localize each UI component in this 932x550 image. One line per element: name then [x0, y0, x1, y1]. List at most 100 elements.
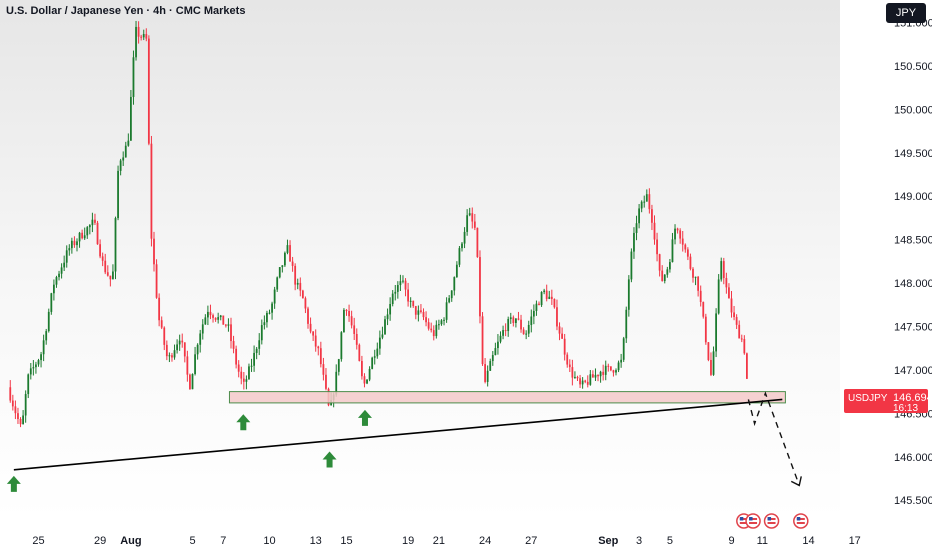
candle — [674, 224, 676, 245]
candle — [684, 243, 687, 253]
candle — [540, 291, 543, 307]
y-tick-label: 149.500 — [894, 148, 932, 160]
candle — [307, 306, 309, 329]
candle — [176, 339, 178, 354]
candle — [694, 276, 697, 286]
candle — [204, 314, 207, 325]
candle — [281, 265, 284, 273]
candle — [497, 334, 499, 355]
candle — [507, 316, 510, 337]
candle — [622, 336, 625, 362]
candle — [712, 346, 715, 376]
candle — [160, 316, 163, 330]
candle — [658, 253, 661, 277]
price-axis[interactable]: 151.000150.500150.000149.500149.000148.5… — [894, 18, 932, 508]
candle — [402, 275, 404, 284]
candle — [278, 267, 281, 279]
candle — [586, 375, 589, 388]
candle — [676, 227, 679, 234]
currency-badge[interactable]: JPY — [886, 3, 926, 23]
candle — [227, 318, 230, 332]
candle — [373, 349, 376, 365]
candle — [471, 207, 474, 229]
flag-icon[interactable] — [763, 513, 780, 529]
y-tick-label: 149.000 — [894, 191, 932, 203]
candle — [40, 351, 42, 368]
candle — [114, 216, 117, 280]
arrow-up-icon — [6, 475, 21, 492]
candle — [599, 370, 602, 383]
candle — [158, 293, 161, 327]
candle — [299, 277, 302, 297]
candle — [322, 357, 325, 381]
candle — [248, 363, 250, 380]
candle — [417, 305, 420, 322]
candle — [284, 251, 286, 267]
candle — [635, 215, 638, 241]
candle — [494, 342, 497, 356]
time-axis[interactable]: 25 29 Aug 5 7 10 13 15 19 21 24 27 Sep 3 5 9 11 14 17 — [32, 535, 860, 547]
candle — [86, 226, 89, 239]
candle — [207, 305, 209, 326]
candle — [83, 227, 86, 240]
candle — [625, 306, 628, 343]
candle — [361, 355, 363, 380]
candle — [643, 195, 646, 208]
candle — [337, 358, 340, 376]
candle — [430, 322, 433, 333]
candle — [725, 272, 728, 294]
candle — [420, 304, 422, 314]
candle — [455, 261, 458, 278]
candle — [746, 352, 748, 380]
candle — [486, 365, 489, 387]
candle — [568, 359, 571, 373]
candle — [407, 282, 409, 307]
candle — [355, 328, 358, 350]
candle — [707, 342, 710, 362]
arrow-up-icon — [357, 409, 372, 426]
x-tick-label: Sep — [598, 535, 618, 547]
candle — [669, 258, 671, 273]
candle — [317, 345, 320, 356]
candle — [386, 308, 389, 326]
candle — [53, 279, 55, 301]
candle — [122, 151, 125, 166]
support-zone-rect[interactable] — [228, 391, 786, 404]
candle — [273, 286, 276, 309]
trendline-layer — [13, 391, 802, 487]
candle — [579, 374, 581, 389]
candlestick-chart[interactable]: 151.000150.500150.000149.500149.000148.5… — [0, 0, 932, 550]
candle — [612, 369, 615, 377]
x-tick-label: 14 — [802, 535, 814, 547]
candle — [340, 331, 343, 362]
candle — [399, 274, 402, 291]
candle — [37, 358, 40, 367]
candle — [363, 373, 366, 388]
candle — [55, 275, 58, 288]
candle — [112, 264, 114, 280]
candle — [491, 351, 494, 366]
candle — [384, 315, 386, 335]
candle — [296, 278, 299, 290]
candle — [438, 319, 440, 330]
candle — [589, 370, 592, 386]
ascending-trendline[interactable] — [13, 398, 783, 471]
candle — [538, 301, 540, 306]
candle — [353, 317, 356, 341]
candle — [563, 333, 566, 361]
candle — [479, 250, 481, 324]
candle — [119, 158, 122, 176]
candle — [224, 323, 227, 328]
candle — [422, 308, 425, 321]
x-tick-label: 29 — [94, 535, 106, 547]
candle — [81, 229, 84, 240]
flag-icon[interactable] — [793, 513, 809, 529]
candle — [309, 317, 312, 334]
candle — [450, 290, 453, 302]
candle — [240, 366, 243, 385]
flag-icon[interactable] — [745, 513, 761, 529]
candle — [396, 281, 399, 299]
candle — [253, 345, 255, 372]
candle — [630, 248, 633, 283]
candle — [24, 390, 27, 423]
